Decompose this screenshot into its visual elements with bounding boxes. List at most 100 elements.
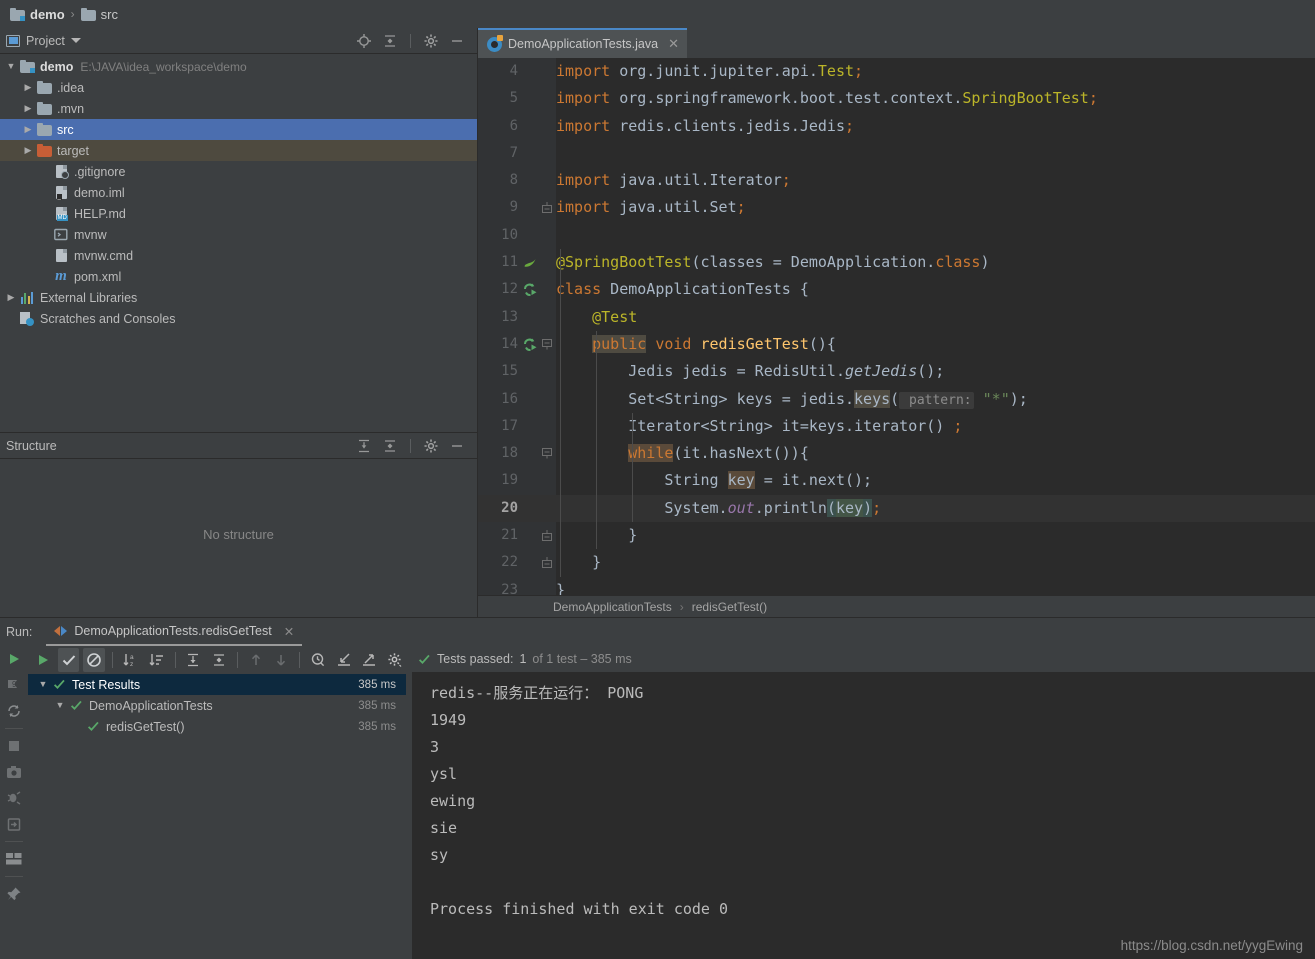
project-tree-item-demo-iml[interactable]: _ demo.iml	[0, 182, 477, 203]
settings-icon[interactable]	[384, 648, 406, 672]
fold-start-icon[interactable]	[542, 448, 552, 459]
chevron-right-icon[interactable]	[21, 104, 35, 113]
chevron-down-icon[interactable]	[36, 680, 50, 689]
code-line-16[interactable]: 16 Set<String> keys = jedis.keys( patter…	[478, 386, 1315, 413]
fold-end-icon[interactable]	[542, 202, 552, 214]
rerun-auto-icon[interactable]	[0, 698, 28, 724]
code-line-9[interactable]: 9 import java.util.Set;	[478, 194, 1315, 221]
sort-alphabetically-icon[interactable]: az	[120, 648, 142, 672]
locate-icon[interactable]	[356, 33, 372, 49]
tests-passed-count: 1	[519, 652, 527, 666]
console-output[interactable]: redis--服务正在运行： PONG 1949 3 ysl ewing sie sy Pro…	[412, 672, 1315, 959]
show-ignored-icon[interactable]	[83, 648, 106, 672]
code-line-11[interactable]: 11 @SpringBootTest(classes = DemoApplicat…	[478, 249, 1315, 276]
editor-breadcrumb-method[interactable]: redisGetTest()	[692, 600, 767, 614]
test-results-tree[interactable]: Test Results 385 ms DemoApplicationTests 38…	[28, 674, 406, 959]
chevron-down-icon[interactable]	[53, 701, 67, 710]
sort-duration-icon[interactable]	[146, 648, 168, 672]
code-line-15[interactable]: 15 Jedis jedis = RedisUtil.getJedis();	[478, 358, 1315, 385]
stop-icon[interactable]	[0, 733, 28, 759]
gear-icon[interactable]	[423, 33, 439, 49]
project-tree-item-target[interactable]: target	[0, 140, 477, 161]
breadcrumb-label: demo	[30, 6, 65, 22]
minimize-icon[interactable]	[449, 33, 465, 49]
chevron-right-icon[interactable]	[4, 293, 18, 302]
project-tree[interactable]: demo E:\JAVA\idea_workspace\demo .idea .mvn…	[0, 54, 477, 329]
spring-leaf-icon[interactable]	[522, 254, 539, 271]
project-tree-item-help-md[interactable]: MD HELP.md	[0, 203, 477, 224]
project-panel-title-group[interactable]: Project	[6, 34, 81, 48]
editor-tab-demoapplicationtests[interactable]: DemoApplicationTests.java ✕	[478, 28, 687, 58]
code-line-17[interactable]: 17 Iterator<String> it=keys.iterator() ;	[478, 413, 1315, 440]
fold-end-icon[interactable]	[542, 530, 552, 542]
test-tree-item-test-results[interactable]: Test Results 385 ms	[28, 674, 406, 695]
code-line-12[interactable]: 12 class DemoApplicationTests {	[478, 276, 1315, 303]
run-configuration-tab[interactable]: DemoApplicationTests.redisGetTest ✕	[46, 619, 303, 646]
project-tree-item-src[interactable]: src	[0, 119, 477, 140]
code-text: @SpringBootTest(classes = DemoApplicatio…	[556, 253, 990, 272]
breadcrumb-item-demo[interactable]: demo	[10, 7, 65, 22]
screenshot-icon[interactable]	[0, 759, 28, 785]
fold-end-icon[interactable]	[542, 557, 552, 569]
chevron-down-icon[interactable]	[70, 38, 81, 43]
pin-icon[interactable]	[0, 881, 28, 907]
project-tree-item-gitignore[interactable]: .gitignore	[0, 161, 477, 182]
run-icon[interactable]	[0, 646, 28, 672]
project-tree-item-external-libraries[interactable]: External Libraries	[0, 287, 477, 308]
history-icon[interactable]	[307, 648, 329, 672]
project-tree-item-scratches-and-consoles[interactable]: Scratches and Consoles	[0, 308, 477, 329]
code-line-7[interactable]: 7	[478, 140, 1315, 167]
code-line-8[interactable]: 8 import java.util.Iterator;	[478, 167, 1315, 194]
code-line-6[interactable]: 6 import redis.clients.jedis.Jedis;	[478, 113, 1315, 140]
show-passed-icon[interactable]	[57, 648, 80, 672]
close-icon[interactable]: ✕	[284, 624, 294, 639]
project-tree-item-idea[interactable]: .idea	[0, 77, 477, 98]
code-line-14[interactable]: 14 public void redisGetTest(){	[478, 331, 1315, 358]
collapse-all-icon[interactable]	[382, 33, 398, 49]
code-line-4[interactable]: 4 import org.junit.jupiter.api.Test;	[478, 58, 1315, 85]
code-line-13[interactable]: 13 @Test	[478, 304, 1315, 331]
import-icon[interactable]	[333, 648, 355, 672]
editor-breadcrumb-class[interactable]: DemoApplicationTests	[553, 600, 672, 614]
chevron-right-icon[interactable]	[21, 125, 35, 134]
code-line-19[interactable]: 19 String key = it.next();	[478, 467, 1315, 494]
chevron-right-icon[interactable]	[21, 83, 35, 92]
minimize-icon[interactable]	[449, 438, 465, 454]
run-test-icon[interactable]	[522, 281, 539, 298]
layout-icon[interactable]	[0, 846, 28, 872]
export-icon[interactable]	[0, 811, 28, 837]
expand-all-icon[interactable]	[356, 438, 372, 454]
gear-icon[interactable]	[423, 438, 439, 454]
prev-icon[interactable]	[245, 648, 267, 672]
export-icon[interactable]	[359, 648, 381, 672]
breadcrumb-item-src[interactable]: src	[80, 7, 118, 22]
project-tree-item-mvnw[interactable]: mvnw	[0, 224, 477, 245]
rerun-failed-icon[interactable]: 9	[0, 672, 28, 698]
chevron-right-icon[interactable]	[21, 146, 35, 155]
code-line-20[interactable]: 20 System.out.println(key);	[478, 494, 1315, 523]
code-line-22[interactable]: 22 }	[478, 549, 1315, 576]
run-test-icon[interactable]	[522, 336, 539, 353]
svg-text:a: a	[130, 654, 134, 661]
chevron-down-icon[interactable]	[4, 62, 18, 71]
test-tree-item-demoapplicationtests[interactable]: DemoApplicationTests 385 ms	[28, 695, 406, 716]
collapse-all-icon[interactable]	[382, 438, 398, 454]
project-tree-item-pom-xml[interactable]: m pom.xml	[0, 266, 477, 287]
debug-icon[interactable]	[0, 785, 28, 811]
code-line-5[interactable]: 5 import org.springframework.boot.test.co…	[478, 85, 1315, 112]
code-canvas[interactable]: 4 import org.junit.jupiter.api.Test; 5 impo…	[478, 58, 1315, 599]
code-lines[interactable]: 4 import org.junit.jupiter.api.Test; 5 impo…	[478, 58, 1315, 599]
code-line-10[interactable]: 10	[478, 222, 1315, 249]
fold-start-icon[interactable]	[542, 338, 552, 350]
project-tree-item-mvn[interactable]: .mvn	[0, 98, 477, 119]
project-tree-item-mvnw-cmd[interactable]: mvnw.cmd	[0, 245, 477, 266]
collapse-all-icon[interactable]	[208, 648, 230, 672]
test-tree-item-redisgettest[interactable]: redisGetTest() 385 ms	[28, 716, 406, 737]
close-icon[interactable]: ✕	[668, 36, 679, 52]
code-line-18[interactable]: 18 while(it.hasNext()){	[478, 440, 1315, 467]
code-line-21[interactable]: 21 }	[478, 522, 1315, 549]
next-icon[interactable]	[270, 648, 292, 672]
expand-all-icon[interactable]	[182, 648, 204, 672]
project-tree-item-demo[interactable]: demo E:\JAVA\idea_workspace\demo	[0, 56, 477, 77]
rerun-icon[interactable]	[32, 648, 54, 672]
